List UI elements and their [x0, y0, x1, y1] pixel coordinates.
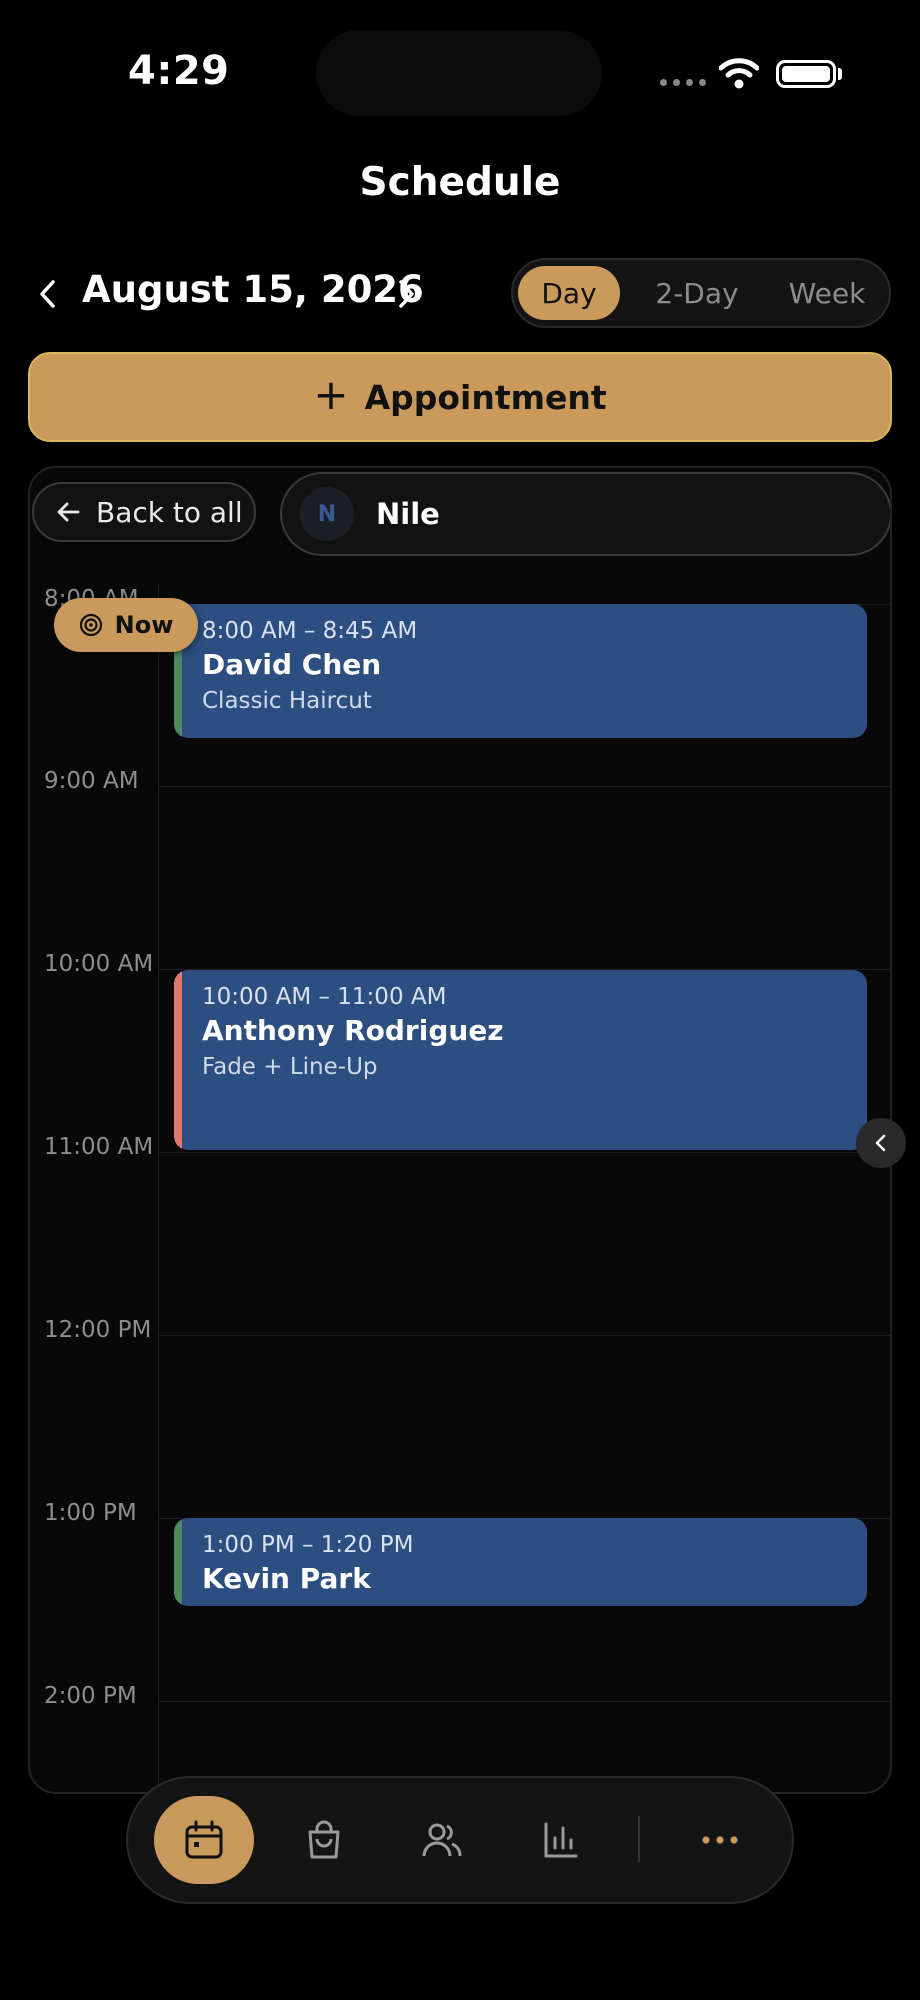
now-indicator-button[interactable]: Now: [54, 598, 198, 652]
appointment-service: Fade + Line-Up: [202, 1054, 378, 1080]
battery-cap: [838, 68, 842, 80]
time-label: 1:00 PM: [44, 1500, 137, 1526]
appointment-status-bar: [174, 970, 182, 1150]
bottom-tab-bar: [126, 1776, 794, 1904]
arrow-left-icon: [57, 502, 80, 522]
tab-calendar[interactable]: [154, 1796, 254, 1884]
appointment-client: David Chen: [202, 648, 382, 681]
side-panel-toggle-button[interactable]: [856, 1118, 906, 1168]
appointment-time: 10:00 AM – 11:00 AM: [202, 984, 447, 1010]
hour-line: [158, 1335, 890, 1336]
status-time: 4:29: [128, 48, 230, 94]
cellular-signal-icon: [660, 79, 706, 86]
now-label: Now: [114, 611, 174, 639]
view-day-button[interactable]: Day: [518, 266, 620, 320]
view-2day-button[interactable]: 2-Day: [633, 266, 761, 320]
view-week-button[interactable]: Week: [769, 266, 885, 320]
add-appointment-button[interactable]: + Appointment: [28, 352, 892, 442]
time-label: 10:00 AM: [44, 951, 154, 977]
target-icon: [79, 613, 102, 637]
add-appointment-label: Appointment: [364, 377, 607, 417]
hour-line: [158, 786, 890, 787]
time-label: 9:00 AM: [44, 768, 139, 794]
appointment-service: Classic Haircut: [202, 688, 372, 714]
next-day-button[interactable]: [384, 272, 428, 316]
time-label: 2:00 PM: [44, 1683, 137, 1709]
hour-line: [158, 1152, 890, 1153]
current-date: August 15, 2026: [82, 268, 424, 311]
tab-clients[interactable]: [392, 1796, 492, 1884]
calendar-panel: Back to all N Nile 8:00 AM 9:00 AM 10:00…: [28, 466, 892, 1794]
appointment-card[interactable]: 10:00 AM – 11:00 AM Anthony Rodriguez Fa…: [174, 970, 867, 1150]
tab-reports[interactable]: [510, 1796, 610, 1884]
more-icon: [702, 1836, 738, 1844]
appointment-time: 1:00 PM – 1:20 PM: [202, 1532, 414, 1558]
previous-day-button[interactable]: [26, 272, 70, 316]
dynamic-island: [316, 30, 602, 116]
time-column-divider: [158, 584, 159, 1792]
back-to-all-button[interactable]: Back to all: [32, 482, 256, 542]
users-icon: [422, 1823, 462, 1857]
time-label: 11:00 AM: [44, 1134, 154, 1160]
avatar: N: [300, 487, 354, 541]
chevron-right-icon: [399, 280, 414, 308]
appointment-card[interactable]: 1:00 PM – 1:20 PM Kevin Park: [174, 1518, 867, 1606]
view-switcher: Day 2-Day Week: [511, 258, 891, 328]
wifi-icon: [719, 58, 759, 89]
chevron-left-icon: [40, 280, 55, 308]
tab-separator: [638, 1816, 640, 1862]
appointment-status-bar: [174, 1518, 182, 1606]
staff-name: Nile: [376, 497, 440, 531]
shopping-bag-icon: [308, 1820, 340, 1859]
calendar-icon: [185, 1820, 223, 1859]
appointment-time: 8:00 AM – 8:45 AM: [202, 618, 418, 644]
tab-more[interactable]: [670, 1796, 770, 1884]
tab-shop[interactable]: [274, 1796, 374, 1884]
page-title: Schedule: [359, 160, 561, 205]
chevron-left-icon: [875, 1134, 886, 1152]
appointment-client: Anthony Rodriguez: [202, 1014, 504, 1047]
appointment-client: Kevin Park: [202, 1562, 371, 1595]
staff-selector[interactable]: N Nile: [280, 472, 890, 556]
battery-icon: [776, 60, 836, 88]
hour-line: [158, 1701, 890, 1702]
plus-icon: +: [313, 370, 349, 419]
time-label: 12:00 PM: [44, 1317, 152, 1343]
back-to-all-label: Back to all: [96, 495, 243, 529]
appointment-card[interactable]: 8:00 AM – 8:45 AM David Chen Classic Hai…: [174, 604, 867, 738]
bar-chart-icon: [544, 1822, 578, 1858]
